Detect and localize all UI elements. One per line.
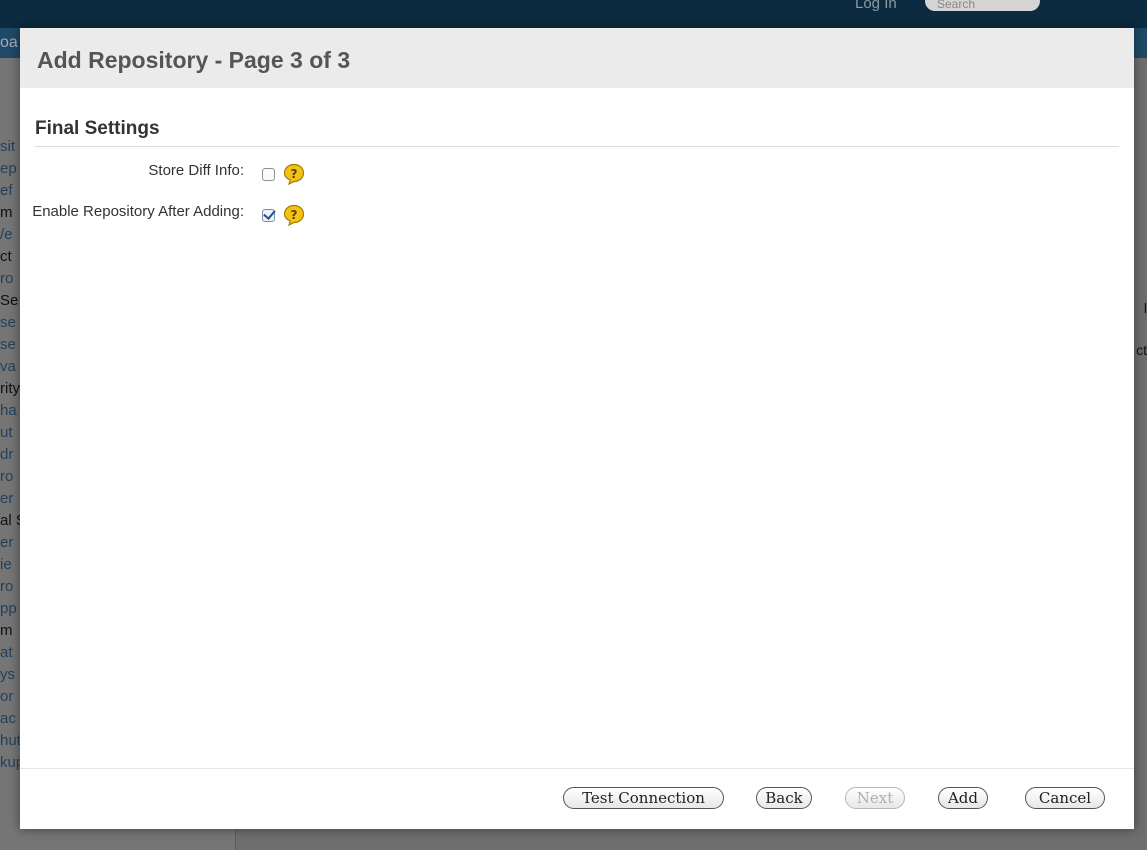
background-right-text: ct	[1136, 342, 1147, 358]
footer-divider	[20, 768, 1134, 769]
background-nav-text: oa	[0, 34, 18, 51]
dialog-header: Add Repository - Page 3 of 3	[20, 28, 1134, 88]
add-repository-dialog: Add Repository - Page 3 of 3 Final Setti…	[20, 28, 1134, 829]
enable-repository-label: Enable Repository After Adding:	[32, 203, 244, 220]
svg-text:?: ?	[291, 208, 298, 222]
svg-text:?: ?	[291, 167, 298, 181]
store-diff-info-label: Store Diff Info:	[148, 162, 244, 179]
store-diff-info-row: Store Diff Info: ?	[20, 163, 305, 185]
dialog-title: Add Repository - Page 3 of 3	[37, 47, 351, 73]
background-search-box: Search	[925, 0, 1040, 11]
background-login-link: Log In	[855, 0, 897, 12]
enable-repository-row: Enable Repository After Adding: ?	[20, 204, 305, 226]
section-title: Final Settings	[35, 118, 160, 139]
store-diff-info-checkbox[interactable]	[262, 167, 275, 181]
next-button[interactable]: Next	[845, 787, 905, 809]
back-button[interactable]: Back	[756, 787, 812, 809]
add-button[interactable]: Add	[938, 787, 988, 809]
help-question-icon[interactable]: ?	[283, 163, 305, 185]
section-divider	[35, 146, 1119, 147]
background-top-bar: Log In Search	[0, 0, 1147, 28]
enable-repository-checkbox[interactable]	[262, 208, 275, 222]
help-question-icon[interactable]: ?	[283, 204, 305, 226]
test-connection-button[interactable]: Test Connection	[563, 787, 724, 809]
cancel-button[interactable]: Cancel	[1025, 787, 1105, 809]
